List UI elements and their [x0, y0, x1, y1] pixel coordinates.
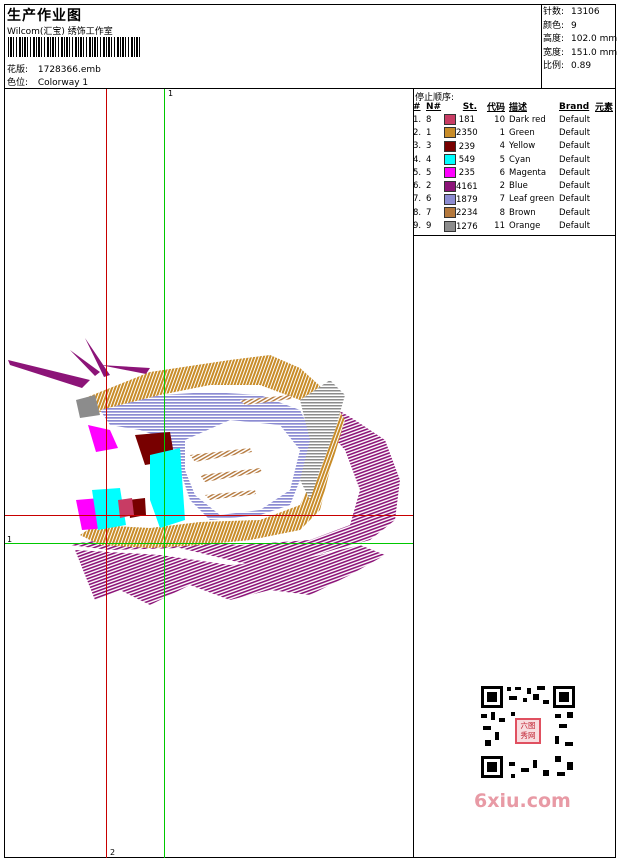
- guide-red-vertical: [106, 89, 107, 858]
- guide-green-horizontal: [5, 543, 413, 544]
- green-vertical-label: 1: [168, 89, 174, 98]
- green-horizontal-label: 1: [7, 535, 13, 544]
- red-vertical-label: 2: [110, 848, 116, 857]
- qr-badge: 六图秀网: [520, 721, 536, 740]
- guide-red-horizontal: [5, 515, 413, 516]
- guide-green-vertical: [164, 89, 165, 858]
- whiskers-left: [8, 338, 150, 388]
- tongue-magenta-top: [88, 425, 118, 452]
- watermark-brand: 6xiu.com: [474, 790, 571, 812]
